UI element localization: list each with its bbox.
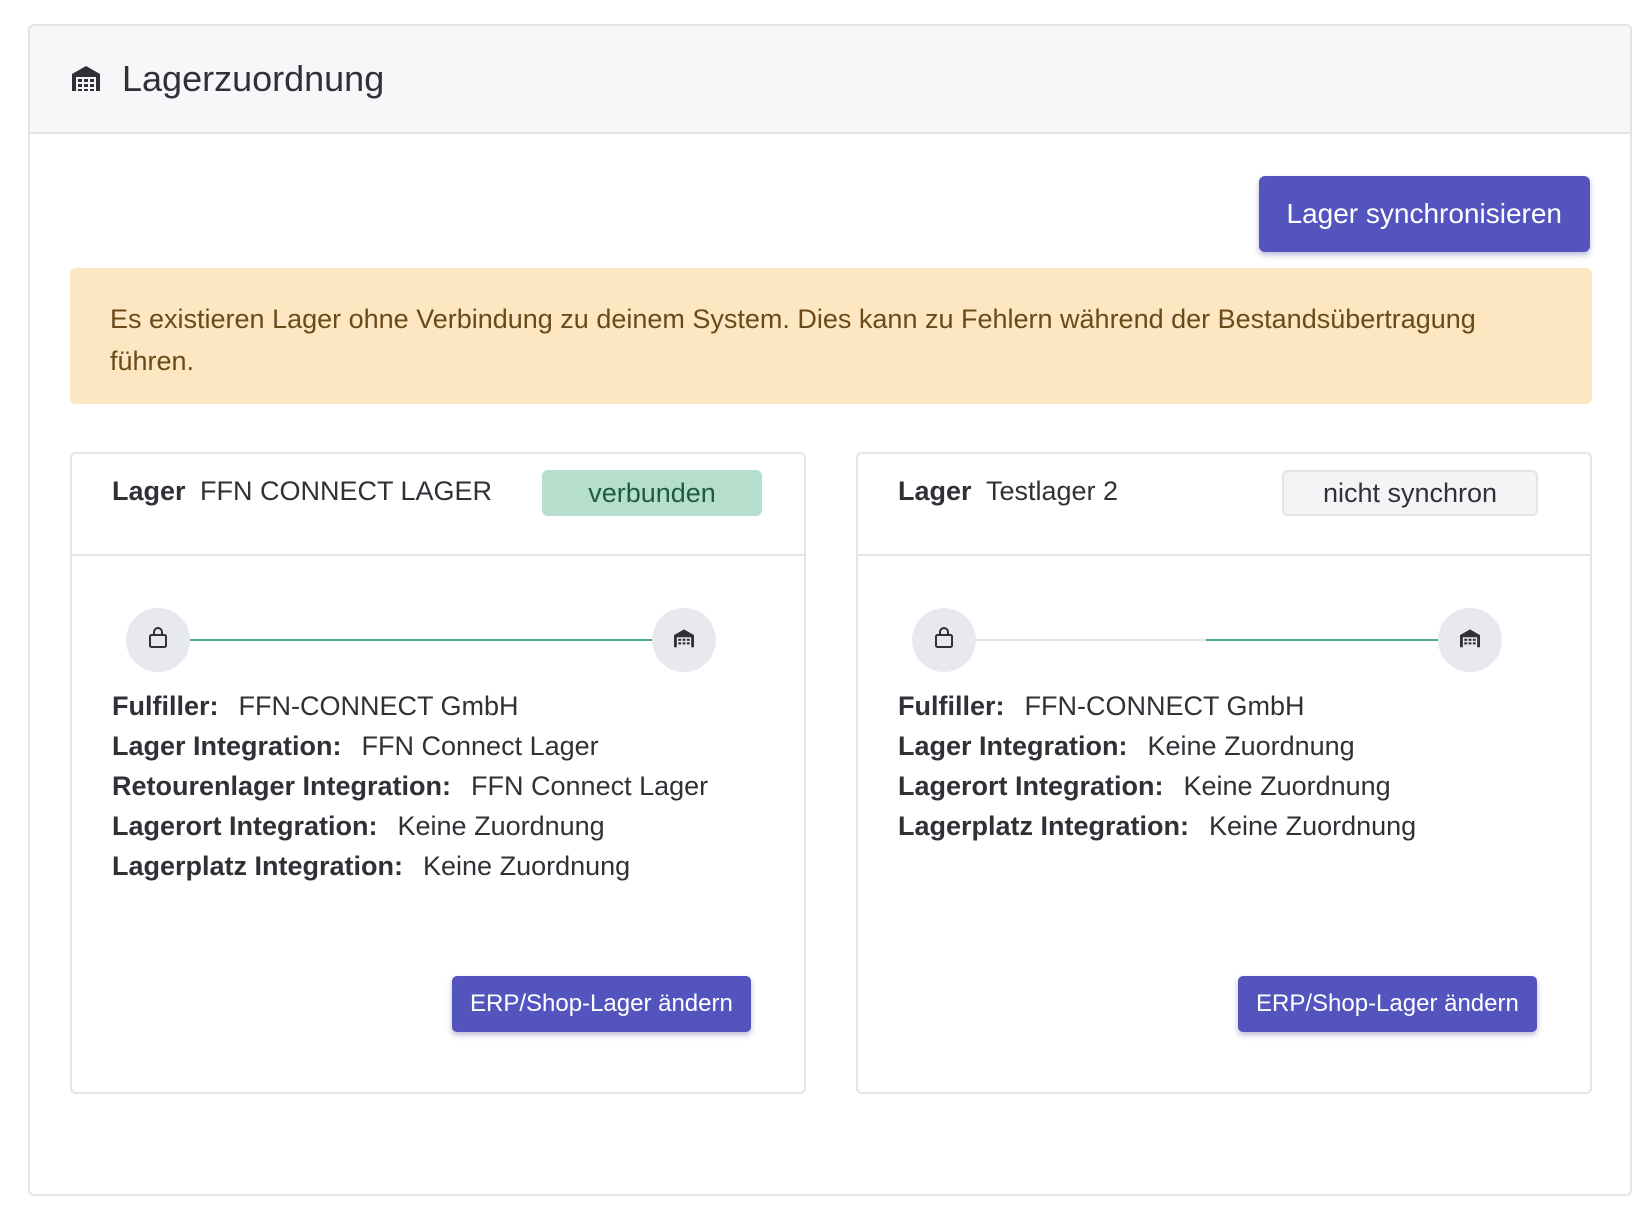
detail-key: Lager Integration: — [112, 731, 342, 761]
shopping-bag-icon — [147, 626, 169, 654]
warehouse-details: Fulfiller: FFN-CONNECT GmbH Lager Integra… — [898, 686, 1570, 846]
warehouse-card: Lager FFN CONNECT LAGER verbunden Fulfil… — [70, 452, 806, 1094]
detail-key: Lagerplatz Integration: — [898, 811, 1190, 841]
status-badge: verbunden — [542, 470, 762, 516]
detail-row: Lagerplatz Integration: Keine Zuordnung — [112, 846, 784, 886]
detail-key: Retourenlager Integration: — [112, 771, 452, 801]
detail-value: Keine Zuordnung — [1147, 731, 1355, 761]
shopping-bag-icon — [933, 626, 955, 654]
alert-text: Es existieren Lager ohne Verbindung zu d… — [110, 304, 1476, 376]
detail-key: Lagerort Integration: — [112, 811, 378, 841]
change-erp-warehouse-button[interactable]: ERP/Shop-Lager ändern — [452, 976, 751, 1032]
connection-flow — [126, 608, 716, 672]
card-header: Lager Testlager 2 nicht synchron — [858, 454, 1590, 556]
detail-row: Lagerort Integration: Keine Zuordnung — [112, 806, 784, 846]
detail-row: Lager Integration: FFN Connect Lager — [112, 726, 784, 766]
detail-value: FFN Connect Lager — [361, 731, 599, 761]
detail-row: Lager Integration: Keine Zuordnung — [898, 726, 1570, 766]
detail-value: FFN-CONNECT GmbH — [1024, 691, 1305, 721]
warehouse-name: FFN CONNECT LAGER — [199, 476, 493, 506]
detail-value: FFN-CONNECT GmbH — [238, 691, 519, 721]
detail-key: Fulfiller: — [112, 691, 219, 721]
warehouse-name: Testlager 2 — [985, 476, 1119, 506]
status-badge: nicht synchron — [1282, 470, 1538, 516]
detail-key: Lagerplatz Integration: — [112, 851, 404, 881]
change-erp-warehouse-button[interactable]: ERP/Shop-Lager ändern — [1238, 976, 1537, 1032]
connection-line — [188, 639, 654, 641]
warehouse-card: Lager Testlager 2 nicht synchron Fulfill… — [856, 452, 1592, 1094]
detail-row: Fulfiller: FFN-CONNECT GmbH — [112, 686, 784, 726]
detail-key: Fulfiller: — [898, 691, 1005, 721]
sync-warehouses-button[interactable]: Lager synchronisieren — [1258, 176, 1590, 252]
warehouse-icon — [672, 628, 696, 653]
shop-node — [126, 608, 190, 672]
warehouse-icon — [70, 64, 104, 94]
detail-value: Keine Zuordnung — [1209, 811, 1417, 841]
detail-value: FFN Connect Lager — [471, 771, 709, 801]
detail-row: Lagerplatz Integration: Keine Zuordnung — [898, 806, 1570, 846]
warehouse-label: Lager — [898, 476, 972, 506]
warehouse-assignment-panel: Lagerzuordnung Lager synchronisieren Es … — [28, 24, 1632, 1196]
warehouse-label: Lager — [112, 476, 186, 506]
connection-flow — [912, 608, 1502, 672]
connection-line — [1206, 639, 1440, 641]
warning-alert: Es existieren Lager ohne Verbindung zu d… — [70, 268, 1592, 404]
card-header: Lager FFN CONNECT LAGER verbunden — [72, 454, 804, 556]
warehouse-details: Fulfiller: FFN-CONNECT GmbH Lager Integra… — [112, 686, 784, 886]
warehouse-node — [652, 608, 716, 672]
warehouse-node — [1438, 608, 1502, 672]
detail-row: Lagerort Integration: Keine Zuordnung — [898, 766, 1570, 806]
page-title: Lagerzuordnung — [122, 58, 385, 99]
detail-value: Keine Zuordnung — [423, 851, 631, 881]
detail-row: Fulfiller: FFN-CONNECT GmbH — [898, 686, 1570, 726]
warehouse-icon — [1458, 628, 1482, 653]
detail-row: Retourenlager Integration: FFN Connect La… — [112, 766, 784, 806]
panel-header: Lagerzuordnung — [30, 26, 1630, 134]
detail-key: Lagerort Integration: — [898, 771, 1164, 801]
shop-node — [912, 608, 976, 672]
detail-key: Lager Integration: — [898, 731, 1128, 761]
detail-value: Keine Zuordnung — [397, 811, 605, 841]
detail-value: Keine Zuordnung — [1183, 771, 1391, 801]
